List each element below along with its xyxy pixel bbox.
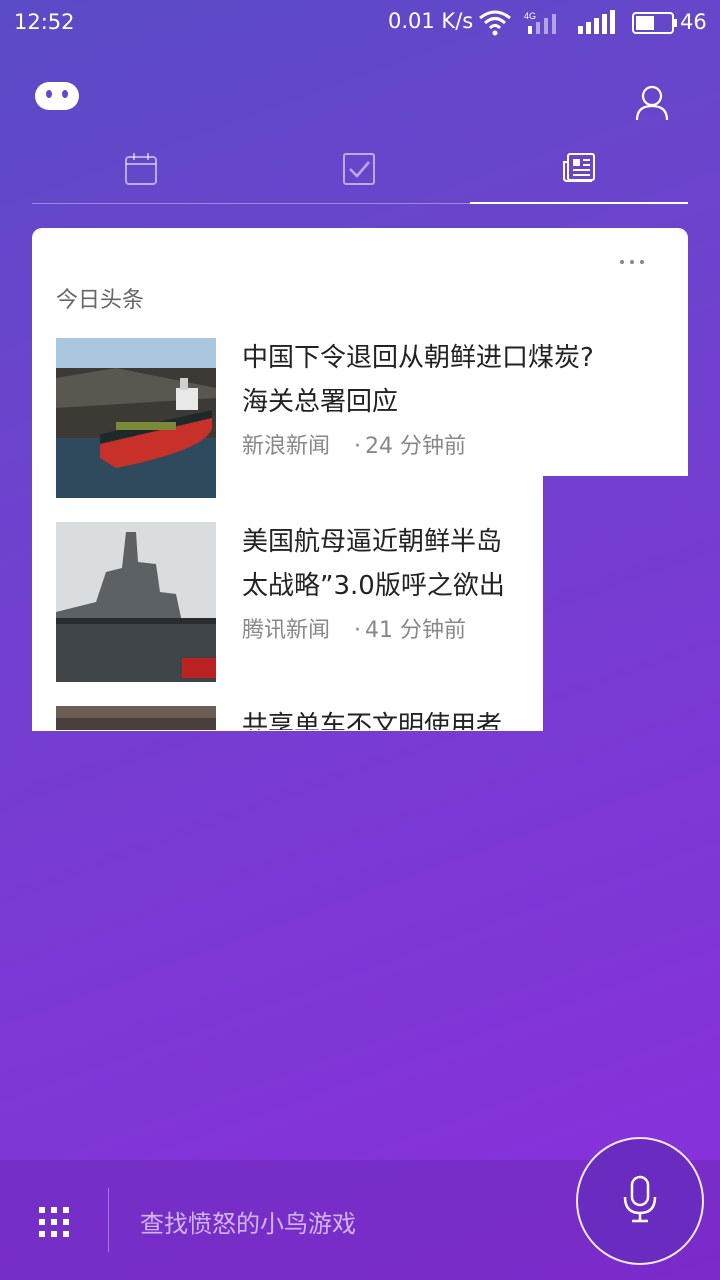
voice-button[interactable]: [576, 1137, 704, 1265]
tab-tasks[interactable]: [250, 150, 468, 204]
microphone-icon: [622, 1175, 658, 1227]
checkbox-icon: [342, 152, 376, 190]
tab-bar: [32, 150, 688, 204]
news-list: 中国下令退回从朝鲜进口煤炭? 海关总署回应 新浪新闻 · 24 分钟前 美国航母逼近…: [32, 330, 688, 730]
news-headline: 中国下令退回从朝鲜进口煤炭? 海关总署回应: [242, 343, 594, 417]
news-item[interactable]: 中国下令退回从朝鲜进口煤炭? 海关总署回应 新浪新闻 · 24 分钟前: [56, 330, 676, 498]
user-icon[interactable]: [634, 84, 670, 122]
wifi-icon: [478, 8, 512, 41]
news-icon: [562, 152, 596, 188]
calendar-icon: [124, 152, 158, 190]
news-thumbnail: [56, 706, 216, 730]
news-item[interactable]: 美国航母逼近朝鲜半岛 太战略”3.0版呼之欲出 腾讯新闻 · 41 分钟前: [56, 514, 676, 682]
assistant-logo-icon[interactable]: [33, 80, 81, 112]
news-item[interactable]: 共享单车不文明使用者: [56, 698, 676, 730]
battery-level: 46: [680, 10, 707, 34]
tab-calendar[interactable]: [32, 150, 250, 204]
divider: [108, 1188, 109, 1252]
card-title: 今日头条: [56, 288, 145, 313]
status-time: 12:52: [14, 10, 75, 34]
signal-4g-icon: 4G: [524, 10, 564, 41]
svg-text:4G: 4G: [524, 11, 536, 21]
search-input[interactable]: 查找愤怒的小鸟游戏: [140, 1204, 356, 1239]
news-thumbnail: [56, 522, 216, 682]
network-speed: 0.01 K/s: [388, 9, 474, 33]
more-options-button[interactable]: [612, 252, 652, 272]
battery-icon: [632, 12, 678, 39]
news-source: 新浪新闻: [242, 434, 331, 459]
news-source: 腾讯新闻: [242, 618, 331, 643]
news-headline: 美国航母逼近朝鲜半岛 太战略”3.0版呼之欲出: [242, 527, 505, 601]
news-headline: 共享单车不文明使用者: [242, 711, 503, 730]
status-bar: 12:52 0.01 K/s 4G 46: [0, 0, 720, 44]
signal-icon: [576, 10, 616, 41]
news-time: 24 分钟前: [365, 434, 467, 459]
apps-grid-icon[interactable]: [38, 1206, 70, 1238]
news-thumbnail: [56, 338, 216, 498]
tab-news[interactable]: [470, 150, 688, 204]
news-time: 41 分钟前: [365, 618, 467, 643]
news-meta: 新浪新闻 · 24 分钟前: [242, 434, 467, 459]
news-meta: 腾讯新闻 · 41 分钟前: [242, 618, 467, 643]
